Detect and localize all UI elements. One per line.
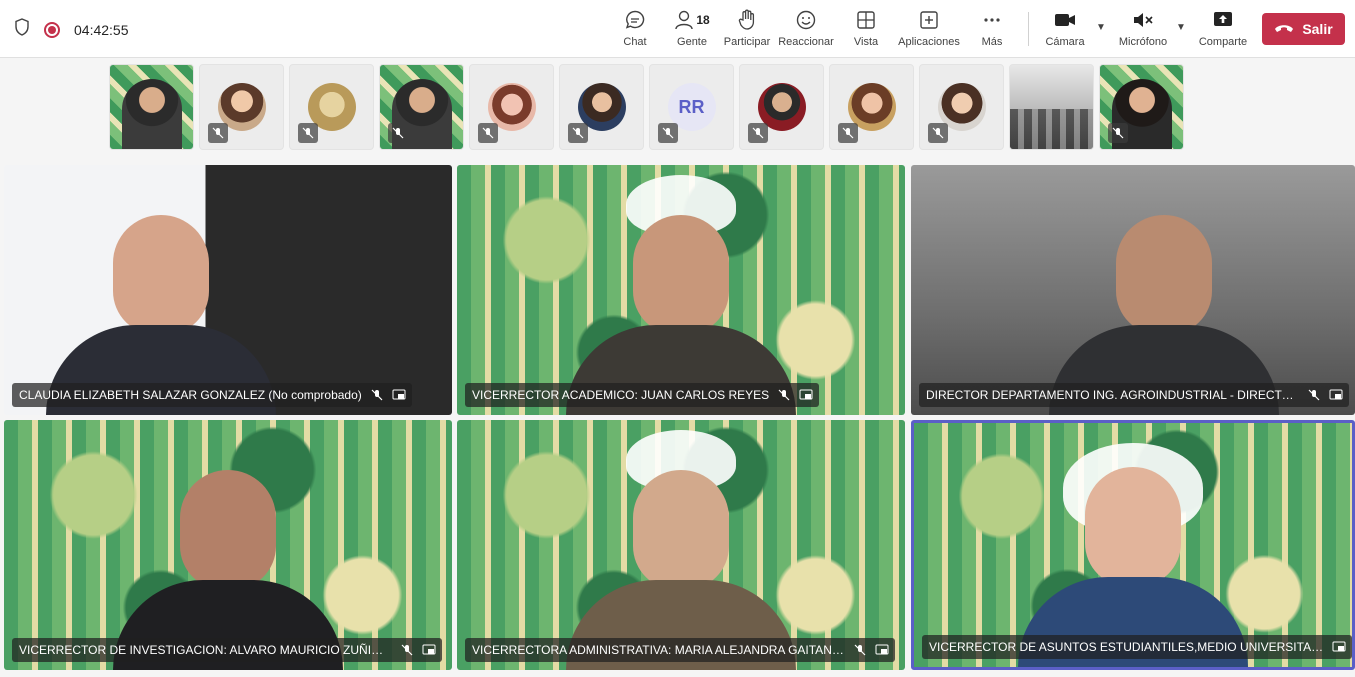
leave-label: Salir <box>1302 21 1333 37</box>
participant-thumbnail[interactable] <box>109 64 194 150</box>
participant-thumbnail[interactable] <box>199 64 284 150</box>
participant-thumbnail[interactable]: RR <box>649 64 734 150</box>
participant-thumbnail[interactable] <box>919 64 1004 150</box>
share-button[interactable]: Comparte <box>1197 8 1249 52</box>
participant-name-bar: VICERRECTOR DE INVESTIGACION: ALVARO MAU… <box>12 638 442 662</box>
mic-off-icon <box>568 123 588 143</box>
mic-off-icon <box>838 123 858 143</box>
apps-button[interactable]: Aplicaciones <box>897 8 961 52</box>
participant-thumbnail[interactable] <box>379 64 464 150</box>
mic-off-icon <box>1307 388 1321 402</box>
participant-name-bar: CLAUDIA ELIZABETH SALAZAR GONZALEZ (No c… <box>12 383 412 407</box>
speaker-muted-icon <box>1132 8 1154 32</box>
participant-thumbnail[interactable] <box>559 64 644 150</box>
more-label: Más <box>981 36 1003 48</box>
participant-name: VICERRECTOR DE INVESTIGACION: ALVARO MAU… <box>19 643 392 657</box>
people-label: Gente <box>677 36 707 48</box>
video-tile[interactable]: DIRECTOR DEPARTAMENTO ING. AGROINDUSTRIA… <box>911 165 1355 415</box>
hand-icon <box>737 8 757 32</box>
participant-thumbnail[interactable] <box>289 64 374 150</box>
content-share-icon <box>392 388 406 402</box>
participant-name: VICERRECTOR DE ASUNTOS ESTUDIANTILES,MED… <box>929 640 1324 654</box>
camera-options-chevron-icon[interactable]: ▼ <box>1096 22 1106 33</box>
hang-up-icon <box>1274 21 1294 37</box>
people-icon <box>675 10 694 30</box>
chat-button[interactable]: Chat <box>616 8 654 52</box>
video-tile[interactable]: VICERRECTORA ADMINISTRATIVA: MARIA ALEJA… <box>457 420 905 670</box>
participant-thumbnail[interactable] <box>469 64 554 150</box>
react-button[interactable]: Reaccionar <box>778 8 834 52</box>
mic-off-icon <box>400 643 414 657</box>
react-label: Reaccionar <box>778 36 834 48</box>
mic-off-icon <box>388 123 408 143</box>
raise-hand-label: Participar <box>723 36 771 48</box>
mic-label: Micrófono <box>1118 36 1168 48</box>
content-share-icon <box>422 643 436 657</box>
meeting-timer: 04:42:55 <box>74 21 129 38</box>
mic-off-icon <box>748 123 768 143</box>
mic-off-icon <box>1108 123 1128 143</box>
meeting-toolbar: 04:42:55 Chat 18 Gente Participar Reacci… <box>0 0 1355 58</box>
video-tile[interactable]: VICERRECTOR DE INVESTIGACION: ALVARO MAU… <box>4 420 452 670</box>
content-share-icon <box>875 643 889 657</box>
content-share-icon <box>1332 640 1346 654</box>
more-dots-icon <box>982 8 1002 32</box>
room-video <box>1010 109 1093 149</box>
camera-icon <box>1054 8 1076 32</box>
smile-icon <box>795 8 817 32</box>
view-label: Vista <box>853 36 879 48</box>
mic-off-icon <box>298 123 318 143</box>
mic-off-icon <box>478 123 498 143</box>
participant-name: VICERRECTORA ADMINISTRATIVA: MARIA ALEJA… <box>472 643 845 657</box>
participant-name-bar: VICERRECTOR ACADEMICO: JUAN CARLOS REYES <box>465 383 820 407</box>
mic-off-icon <box>777 388 791 402</box>
people-icon-wrap: 18 <box>674 8 710 32</box>
camera-label: Cámara <box>1045 36 1085 48</box>
view-button[interactable]: Vista <box>851 8 881 52</box>
mic-button[interactable]: Micrófono <box>1117 8 1169 52</box>
mic-options-chevron-icon[interactable]: ▼ <box>1176 22 1186 33</box>
apps-label: Aplicaciones <box>898 36 960 48</box>
participant-thumbnail[interactable] <box>1099 64 1184 150</box>
participant-thumbnail[interactable] <box>829 64 914 150</box>
shield-icon <box>14 18 30 41</box>
participant-name: VICERRECTOR ACADEMICO: JUAN CARLOS REYES <box>472 388 770 402</box>
mic-off-icon <box>208 123 228 143</box>
add-app-icon <box>919 8 939 32</box>
video-tile[interactable]: CLAUDIA ELIZABETH SALAZAR GONZALEZ (No c… <box>4 165 452 415</box>
meeting-status: 04:42:55 <box>14 18 129 41</box>
share-screen-icon <box>1212 8 1234 32</box>
mic-off-icon <box>853 643 867 657</box>
video-tile-active-speaker[interactable]: VICERRECTOR DE ASUNTOS ESTUDIANTILES,MED… <box>911 420 1355 670</box>
mic-off-icon <box>370 388 384 402</box>
participant-strip: RR <box>109 64 1184 150</box>
chat-label: Chat <box>623 36 647 48</box>
more-button[interactable]: Más <box>980 8 1004 52</box>
participant-thumbnail[interactable] <box>739 64 824 150</box>
chat-icon <box>624 8 646 32</box>
video-tile[interactable]: VICERRECTOR ACADEMICO: JUAN CARLOS REYES <box>457 165 905 415</box>
people-count: 18 <box>696 13 710 27</box>
participant-name-bar: VICERRECTOR DE ASUNTOS ESTUDIANTILES,MED… <box>922 635 1352 659</box>
people-button[interactable]: 18 Gente <box>672 8 712 52</box>
participant-name: CLAUDIA ELIZABETH SALAZAR GONZALEZ (No c… <box>19 388 362 402</box>
mic-off-icon <box>928 123 948 143</box>
participant-thumbnail[interactable] <box>1009 64 1094 150</box>
camera-button[interactable]: Cámara <box>1045 8 1085 52</box>
participant-name: DIRECTOR DEPARTAMENTO ING. AGROINDUSTRIA… <box>926 388 1299 402</box>
share-label: Comparte <box>1198 36 1248 48</box>
participant-name-bar: DIRECTOR DEPARTAMENTO ING. AGROINDUSTRIA… <box>919 383 1349 407</box>
content-share-icon <box>1329 388 1343 402</box>
mic-off-icon <box>658 123 678 143</box>
leave-button[interactable]: Salir <box>1262 13 1345 45</box>
participant-name-bar: VICERRECTORA ADMINISTRATIVA: MARIA ALEJA… <box>465 638 895 662</box>
content-share-icon <box>799 388 813 402</box>
participant-video <box>121 79 182 149</box>
grid-view-icon <box>856 8 876 32</box>
toolbar-divider <box>1028 12 1029 46</box>
raise-hand-button[interactable]: Participar <box>724 8 770 52</box>
recording-icon <box>44 21 60 38</box>
